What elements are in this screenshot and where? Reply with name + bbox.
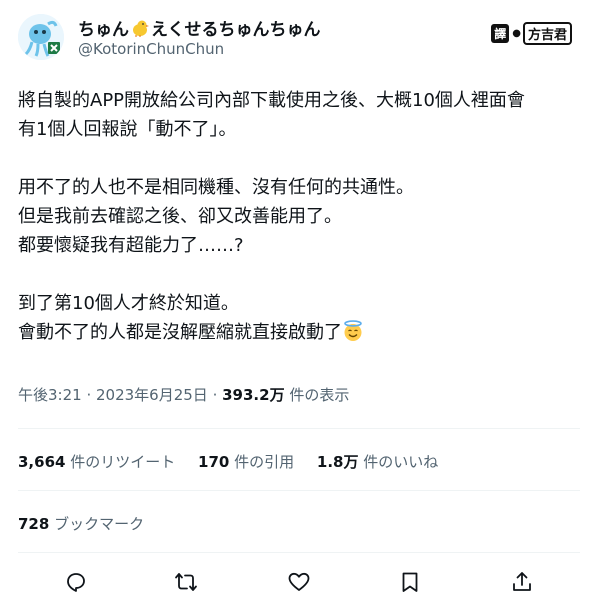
- tweet-line-last: 會動不了的人都是沒解壓縮就直接啟動了: [18, 318, 584, 347]
- display-name[interactable]: ちゅん えくせるちゅんちゅん: [78, 15, 321, 40]
- bird-avatar-icon: [18, 14, 64, 60]
- translator-name: 方吉君: [522, 22, 572, 45]
- tweet-line: 有1個人回報說「動不了」。: [18, 119, 237, 140]
- engagement-stats: 3,664 件のリツイート 170 件の引用 1.8万 件のいいね: [18, 451, 456, 472]
- avatar[interactable]: [18, 14, 64, 60]
- divider: [18, 428, 580, 429]
- divider: [18, 490, 580, 491]
- meta-separator: ·: [81, 386, 96, 404]
- tweet-line: 將自製的APP開放給公司內部下載使用之後、大概10個人裡面會: [18, 90, 525, 111]
- display-name-part2: えくせるちゅんちゅん: [151, 20, 321, 40]
- like-button[interactable]: [285, 568, 313, 596]
- smiling-face-with-halo-icon: [344, 320, 362, 341]
- bookmark-count: 728: [18, 515, 50, 533]
- like-stat[interactable]: 1.8万 件のいいね: [317, 451, 438, 472]
- retweet-button[interactable]: [172, 568, 200, 596]
- action-bar: [0, 568, 598, 598]
- bookmark-icon: [402, 572, 418, 592]
- like-label: 件のいいね: [358, 453, 439, 471]
- translator-tag: 譯: [491, 24, 510, 43]
- tweet-line: 到了第10個人才終於知道。: [18, 293, 239, 314]
- quote-count: 170: [198, 453, 230, 471]
- retweet-stat[interactable]: 3,664 件のリツイート: [18, 451, 175, 472]
- bookmark-stat[interactable]: 728 ブックマーク: [18, 513, 144, 534]
- like-icon: [288, 572, 310, 591]
- translator-colon-icon: ●: [512, 28, 521, 39]
- view-label: 件の表示: [284, 386, 350, 404]
- meta-separator: ·: [207, 386, 223, 404]
- reply-icon: [67, 573, 85, 592]
- translator-credit: 譯 ● 方吉君: [491, 22, 572, 45]
- tweet-date[interactable]: 2023年6月25日: [96, 386, 208, 404]
- tweet-line: 但是我前去確認之後、卻又改善能用了。: [18, 206, 342, 227]
- tweet-line: 用不了的人也不是相同機種、沒有任何的共通性。: [18, 177, 414, 198]
- tweet-card: ちゅん えくせるちゅんちゅん @KotorinChunChun 譯 ● 方吉君 …: [0, 0, 598, 613]
- tweet-line-text: 會動不了的人都是沒解壓縮就直接啟動了: [18, 322, 342, 343]
- retweet-icon: [175, 573, 197, 591]
- tweet-time[interactable]: 午後3:21: [18, 386, 82, 404]
- tweet-meta: 午後3:21 · 2023年6月25日 · 393.2万 件の表示: [18, 384, 349, 405]
- divider: [18, 552, 580, 553]
- share-button[interactable]: [508, 568, 536, 596]
- tweet-line: 都要懷疑我有超能力了……?: [18, 235, 244, 256]
- quote-stat[interactable]: 170 件の引用: [198, 451, 294, 472]
- user-handle[interactable]: @KotorinChunChun: [78, 40, 224, 58]
- share-icon: [513, 572, 531, 591]
- retweet-label: 件のリツイート: [65, 453, 176, 471]
- retweet-count: 3,664: [18, 453, 66, 471]
- reply-button[interactable]: [62, 568, 90, 596]
- tweet-text: 將自製的APP開放給公司內部下載使用之後、大概10個人裡面會 有1個人回報說「動…: [18, 86, 584, 347]
- like-count: 1.8万: [316, 453, 359, 471]
- bookmark-label: ブックマーク: [49, 515, 145, 533]
- display-name-part1: ちゅん: [78, 20, 129, 40]
- bookmark-button[interactable]: [396, 568, 424, 596]
- view-count: 393.2万: [222, 386, 285, 404]
- quote-label: 件の引用: [229, 453, 295, 471]
- chick-icon: [133, 20, 149, 37]
